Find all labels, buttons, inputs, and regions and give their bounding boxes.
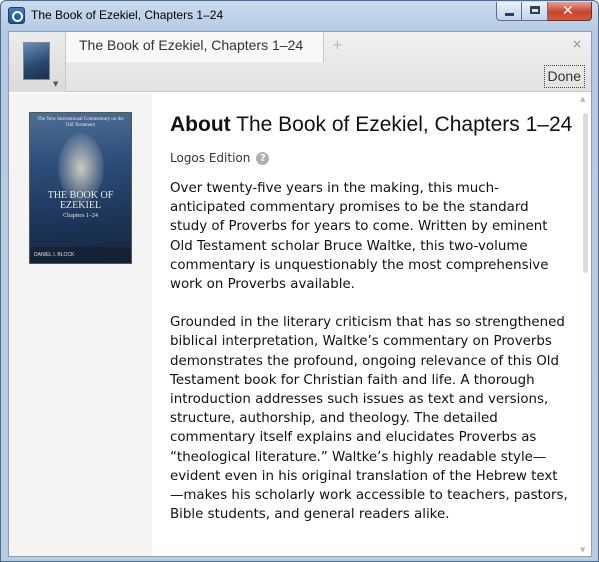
close-icon: ✕: [562, 3, 574, 19]
add-tab-icon[interactable]: +: [332, 38, 343, 53]
resource-thumbnail-button[interactable]: ▼: [9, 32, 66, 92]
app-window: The Book of Ezekiel, Chapters 1–24 ✕ ▼ T…: [0, 0, 599, 562]
caption-buttons: ✕: [496, 2, 592, 22]
cover-pane: The New International Commentary on the …: [9, 93, 152, 556]
tab-strip: ▼ The Book of Ezekiel, Chapters 1–24 + ×…: [9, 32, 591, 92]
cover-title: THE BOOK OF EZEKIEL: [47, 190, 114, 211]
description-paragraph-2: Grounded in the literary criticism that …: [170, 315, 568, 523]
scroll-down-icon[interactable]: ▼: [580, 546, 585, 554]
about-panel: The New International Commentary on the …: [9, 93, 591, 556]
tab-ezekiel[interactable]: The Book of Ezekiel, Chapters 1–24: [66, 32, 324, 62]
edition-label: Logos Edition: [170, 151, 251, 165]
edition-line: Logos Edition ?: [170, 151, 570, 165]
cover-author: DANIEL I. BLOCK: [30, 247, 131, 263]
description-paragraph-1: Over twenty-five years in the making, th…: [170, 181, 549, 293]
book-thumbnail: [23, 42, 50, 80]
cover-series: The New International Commentary on the …: [37, 117, 124, 128]
cover-subtitle: Chapters 1–24: [63, 213, 98, 219]
close-window-button[interactable]: ✕: [548, 2, 592, 21]
help-icon[interactable]: ?: [256, 151, 270, 165]
scroll-thumb[interactable]: [583, 113, 588, 273]
page-title: About The Book of Ezekiel, Chapters 1–24: [170, 111, 573, 139]
maximize-icon: [530, 6, 540, 14]
logos-app-icon[interactable]: [8, 7, 25, 24]
about-heading-title: The Book of Ezekiel, Chapters 1–24: [236, 113, 573, 136]
chevron-down-icon: ▼: [53, 80, 59, 88]
title-bar[interactable]: The Book of Ezekiel, Chapters 1–24 ✕: [1, 1, 598, 31]
window-title: The Book of Ezekiel, Chapters 1–24: [31, 8, 224, 22]
panel-client: ▼ The Book of Ezekiel, Chapters 1–24 + ×…: [8, 31, 592, 557]
about-heading-bold: About: [170, 113, 231, 136]
close-tab-icon[interactable]: ×: [572, 37, 582, 51]
about-content: About The Book of Ezekiel, Chapters 1–24…: [170, 111, 573, 524]
done-button[interactable]: Done: [543, 65, 585, 88]
scroll-up-icon[interactable]: ▲: [580, 95, 585, 103]
vertical-scrollbar[interactable]: ▲ ▼: [579, 93, 591, 556]
minimize-button[interactable]: [496, 2, 522, 21]
book-cover-image: The New International Commentary on the …: [29, 112, 132, 264]
tab-label: The Book of Ezekiel, Chapters 1–24: [79, 37, 304, 53]
minimize-icon: [505, 13, 514, 16]
maximize-button[interactable]: [522, 2, 548, 21]
